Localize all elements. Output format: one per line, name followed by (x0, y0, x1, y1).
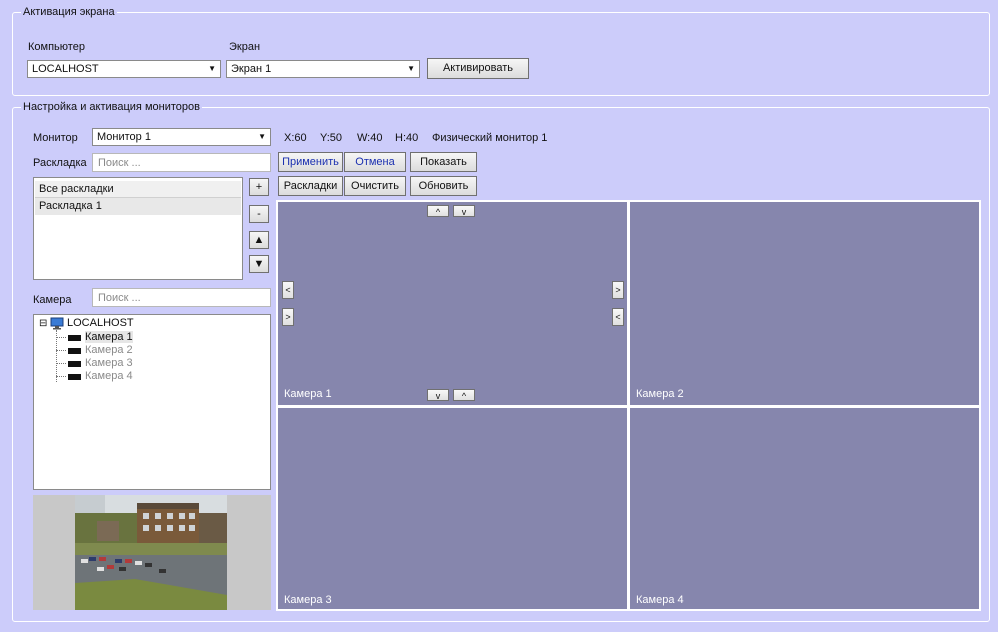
screen-select-value: Экран 1 (231, 63, 272, 75)
grid-cell-1[interactable]: Камера 1 ^ v < > > < v ^ (278, 202, 627, 405)
monitors-legend: Настройка и активация мониторов (21, 101, 202, 113)
grid-cell-2[interactable]: Камера 2 (630, 202, 979, 405)
chevron-down-icon: ▼ (258, 132, 266, 141)
screen-activation-group (12, 12, 990, 96)
camera-icon (68, 374, 81, 380)
camera-tree[interactable]: ⊟ LOCALHOST Камера 1 Камера 2 Камера 3 К… (33, 314, 271, 490)
grid-cell-3[interactable]: Камера 3 (278, 408, 627, 609)
move-down-button[interactable]: ▼ (249, 255, 269, 273)
computer-select-value: LOCALHOST (32, 63, 99, 75)
move-up-button-top[interactable]: ^ (427, 205, 449, 217)
apply-button[interactable]: Применить (278, 152, 343, 172)
tree-item-camera-2[interactable]: Камера 2 (56, 344, 156, 358)
tree-item-camera-3[interactable]: Камера 3 (56, 357, 156, 371)
tree-item-label: Камера 4 (85, 370, 133, 382)
chevron-down-icon: ▼ (407, 64, 415, 73)
move-down-button-top[interactable]: v (453, 205, 475, 217)
move-down-button-bottom[interactable]: v (427, 389, 449, 401)
remove-layout-button[interactable]: - (249, 205, 269, 223)
computer-label: Компьютер (28, 41, 85, 53)
refresh-button[interactable]: Обновить (410, 176, 477, 196)
tree-expander-icon[interactable]: ⊟ (39, 318, 47, 329)
grid-cell-label: Камера 2 (636, 388, 684, 400)
screen-select[interactable]: Экран 1 ▼ (226, 60, 420, 78)
coord-w: W:40 (357, 132, 383, 144)
grid-cell-4[interactable]: Камера 4 (630, 408, 979, 609)
chevron-down-icon: ▼ (208, 64, 216, 73)
tree-root-localhost[interactable]: LOCALHOST (67, 317, 134, 329)
move-right-button-left[interactable]: > (282, 308, 294, 326)
computer-icon (50, 317, 64, 330)
camera-preview-image (75, 495, 227, 610)
triangle-down-icon: ▼ (253, 258, 265, 270)
tree-item-label: Камера 3 (85, 357, 133, 369)
move-up-button-bottom[interactable]: ^ (453, 389, 475, 401)
tree-item-camera-4[interactable]: Камера 4 (56, 370, 156, 384)
list-item[interactable]: Раскладка 1 (35, 198, 241, 215)
layout-label: Раскладка (33, 157, 87, 169)
grid-cell-label: Камера 4 (636, 594, 684, 606)
camera-icon (68, 348, 81, 354)
tree-item-label: Камера 2 (85, 344, 133, 356)
clear-button[interactable]: Очистить (344, 176, 406, 196)
move-left-button-left[interactable]: < (282, 281, 294, 299)
monitor-select[interactable]: Монитор 1 ▼ (92, 128, 271, 146)
coord-y: Y:50 (320, 132, 343, 144)
list-item[interactable]: Все раскладки (35, 181, 241, 198)
layout-list[interactable]: Все раскладки Раскладка 1 (33, 177, 243, 280)
screen-label: Экран (229, 41, 261, 53)
camera-preview (33, 495, 271, 610)
apply-button-label: Применить (282, 156, 339, 168)
monitor-label: Монитор (33, 132, 78, 144)
grid-cell-label: Камера 1 (284, 388, 332, 400)
physical-monitor-label: Физический монитор 1 (432, 132, 548, 144)
tree-item-camera-1[interactable]: Камера 1 (56, 331, 156, 345)
cancel-button-label: Отмена (355, 156, 395, 168)
camera-label: Камера (33, 294, 72, 306)
activate-button[interactable]: Активировать (427, 58, 529, 79)
screen-activation-legend: Активация экрана (21, 6, 117, 18)
layouts-button[interactable]: Раскладки (278, 176, 343, 196)
add-layout-button[interactable]: + (249, 178, 269, 196)
coord-h: H:40 (395, 132, 419, 144)
computer-select[interactable]: LOCALHOST ▼ (27, 60, 221, 78)
monitor-select-value: Монитор 1 (97, 131, 151, 143)
camera-search-input[interactable]: Поиск ... (92, 288, 271, 307)
layout-search-input[interactable]: Поиск ... (92, 153, 271, 172)
move-left-button-right[interactable]: < (612, 308, 624, 326)
show-button[interactable]: Показать (410, 152, 477, 172)
camera-icon (68, 361, 81, 367)
move-right-button-right[interactable]: > (612, 281, 624, 299)
camera-icon (68, 335, 81, 341)
triangle-up-icon: ▲ (253, 234, 265, 246)
tree-item-label: Камера 1 (85, 331, 133, 343)
grid-cell-label: Камера 3 (284, 594, 332, 606)
coord-x: X:60 (284, 132, 307, 144)
move-up-button[interactable]: ▲ (249, 231, 269, 249)
cancel-button[interactable]: Отмена (344, 152, 406, 172)
